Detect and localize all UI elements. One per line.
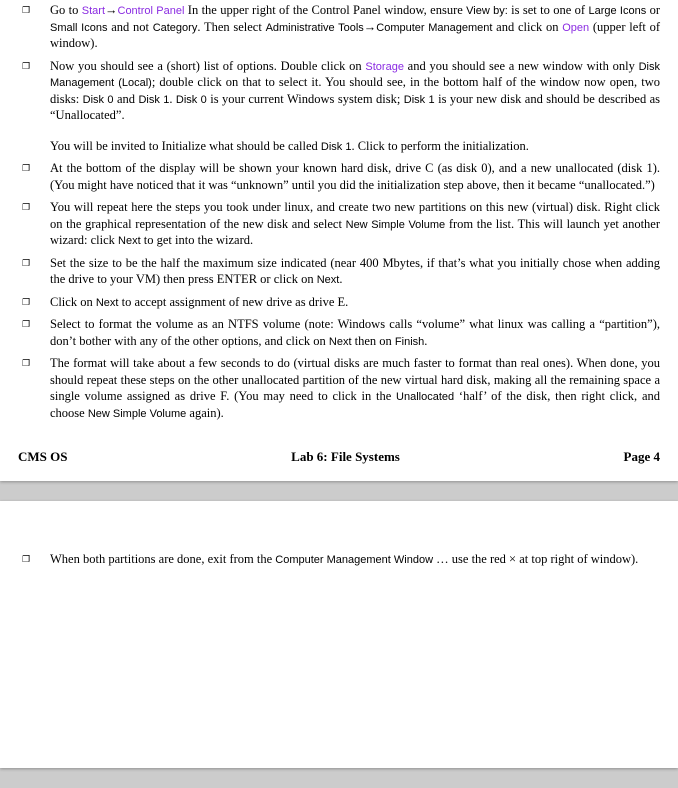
ui-term: Disk 0 (83, 94, 114, 106)
item-content: Click on Next to accept assignment of ne… (50, 294, 660, 311)
ui-term: Administrative Tools (266, 22, 364, 34)
ui-term: Unallocated (396, 391, 454, 403)
item-content: The format will take about a few seconds… (50, 355, 660, 421)
paragraph: You will be invited to Initialize what s… (50, 138, 660, 155)
bullet-marker: ❐ (18, 255, 50, 269)
ui-term: Disk 1 (138, 94, 169, 106)
text: then on (352, 334, 395, 348)
text: At the bottom of the display will be sho… (50, 161, 660, 192)
page-2: ❐When both partitions are done, exit fro… (0, 501, 678, 768)
link-text: Storage (365, 61, 404, 73)
text: and you should see a new window with onl… (404, 59, 639, 73)
list-item: ❐You will repeat here the steps you took… (18, 199, 660, 249)
ui-term: View by: (466, 5, 508, 17)
ui-term: Next (96, 297, 119, 309)
paragraph: You will repeat here the steps you took … (50, 199, 660, 249)
paragraph: When both partitions are done, exit from… (50, 551, 660, 568)
item-list: ❐When both partitions are done, exit fro… (18, 551, 660, 568)
bullet-marker: ❐ (18, 551, 50, 565)
text: Set the size to be the half the maximum … (50, 256, 660, 287)
paragraph: Go to Start → Control Panel In the upper… (50, 2, 660, 52)
list-item: ❐Set the size to be the half the maximum… (18, 255, 660, 288)
text: . (424, 334, 427, 348)
bullet-marker: ❐ (18, 355, 50, 369)
paragraph: The format will take about a few seconds… (50, 355, 660, 421)
text: Click on (50, 295, 96, 309)
footer-center: Lab 6: File Systems (291, 449, 400, 465)
text: → (364, 19, 377, 36)
list-item: ❐Click on Next to accept assignment of n… (18, 294, 660, 311)
paragraph: Click on Next to accept assignment of ne… (50, 294, 660, 311)
list-item: ❐Go to Start → Control Panel In the uppe… (18, 2, 660, 52)
text: and (114, 92, 139, 106)
text: . (169, 92, 176, 106)
text: … use the red × at top right of window). (433, 552, 638, 566)
ui-term: Next (329, 336, 352, 348)
paragraph: Now you should see a (short) list of opt… (50, 58, 660, 124)
page-1: ❐Go to Start → Control Panel In the uppe… (0, 0, 678, 481)
link-text: Open (562, 22, 589, 34)
text: to get into the wizard. (141, 233, 253, 247)
text: to accept assignment of new drive as dri… (118, 295, 348, 309)
bullet-marker: ❐ (18, 160, 50, 174)
item-content: Select to format the volume as an NTFS v… (50, 316, 660, 349)
ui-term: Large Icons (588, 5, 646, 17)
text: . (339, 272, 342, 286)
ui-term: Category (153, 22, 198, 34)
list-item: ❐Now you should see a (short) list of op… (18, 58, 660, 155)
text: . Click to perform the initialization. (351, 139, 528, 153)
text: When both partitions are done, exit from… (50, 552, 275, 566)
text: In the upper right of the Control Panel … (184, 3, 466, 17)
ui-term: New Simple Volume (88, 408, 186, 420)
ui-term: Finish (395, 336, 424, 348)
list-item: ❐At the bottom of the display will be sh… (18, 160, 660, 193)
text: is your current Windows system disk; (207, 92, 404, 106)
text: again). (186, 406, 223, 420)
list-item: ❐The format will take about a few second… (18, 355, 660, 421)
ui-term: Disk 0 (176, 94, 207, 106)
text: and not (107, 20, 152, 34)
bullet-marker: ❐ (18, 294, 50, 308)
ui-term: Disk 1 (404, 94, 435, 106)
ui-term: Small Icons (50, 22, 107, 34)
item-content: You will repeat here the steps you took … (50, 199, 660, 249)
text: . Then select (197, 20, 265, 34)
text: You will be invited to Initialize what s… (50, 139, 321, 153)
text: is set to one of (508, 3, 589, 17)
item-content: At the bottom of the display will be sho… (50, 160, 660, 193)
link-text: Start (82, 5, 105, 17)
text: Now you should see a (short) list of opt… (50, 59, 365, 73)
paragraph: At the bottom of the display will be sho… (50, 160, 660, 193)
text: → (105, 2, 118, 19)
footer-left: CMS OS (18, 449, 67, 465)
list-item: ❐Select to format the volume as an NTFS … (18, 316, 660, 349)
ui-term: Next (317, 274, 340, 286)
page-footer: CMS OS Lab 6: File Systems Page 4 (18, 449, 660, 465)
text: or (646, 3, 660, 17)
paragraph: Set the size to be the half the maximum … (50, 255, 660, 288)
bullet-marker: ❐ (18, 316, 50, 330)
bullet-marker: ❐ (18, 199, 50, 213)
text: and click on (492, 20, 562, 34)
text: Go to (50, 3, 82, 17)
item-list: ❐Go to Start → Control Panel In the uppe… (18, 2, 660, 421)
list-item: ❐When both partitions are done, exit fro… (18, 551, 660, 568)
ui-term: Computer Management (376, 22, 492, 34)
ui-term: New Simple Volume (346, 219, 446, 231)
bullet-marker: ❐ (18, 2, 50, 16)
item-content: Now you should see a (short) list of opt… (50, 58, 660, 155)
ui-term: Disk 1 (321, 141, 352, 153)
paragraph: Select to format the volume as an NTFS v… (50, 316, 660, 349)
item-content: Go to Start → Control Panel In the upper… (50, 2, 660, 52)
footer-right: Page 4 (624, 449, 660, 465)
ui-term: Computer Management Window (275, 554, 433, 566)
item-content: When both partitions are done, exit from… (50, 551, 660, 568)
bullet-marker: ❐ (18, 58, 50, 72)
link-text: Control Panel (118, 5, 185, 17)
item-content: Set the size to be the half the maximum … (50, 255, 660, 288)
ui-term: Next (118, 235, 141, 247)
